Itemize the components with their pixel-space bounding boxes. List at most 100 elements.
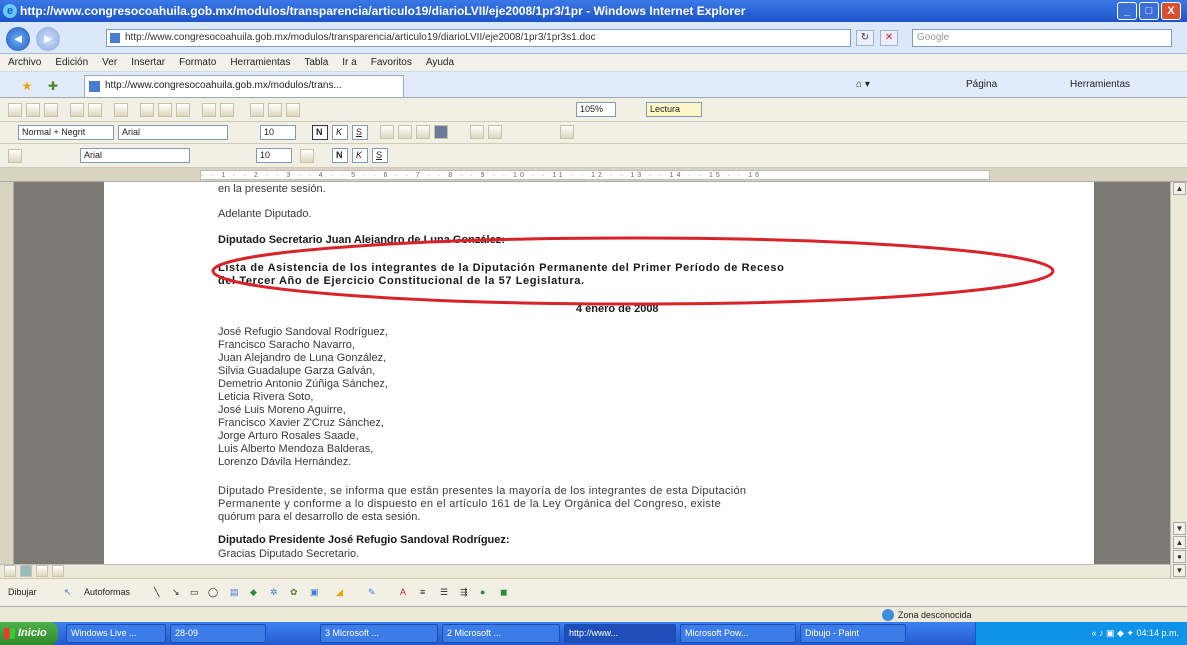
- line-color-icon[interactable]: ✎: [368, 579, 376, 605]
- font-select-2[interactable]: Arial: [80, 148, 190, 163]
- outline-view-icon[interactable]: [52, 565, 64, 577]
- close-button[interactable]: X: [1161, 2, 1181, 20]
- rectangle-icon[interactable]: ▭: [190, 579, 199, 605]
- italic-button-2[interactable]: K: [352, 148, 368, 163]
- tab-document[interactable]: http://www.congresocoahuila.gob.mx/modul…: [84, 75, 404, 97]
- spelling-icon[interactable]: [114, 103, 128, 117]
- italic-button[interactable]: K: [332, 125, 348, 140]
- menu-edicion[interactable]: Edición: [55, 54, 88, 71]
- back-button[interactable]: ◄: [6, 27, 30, 51]
- shadow-icon[interactable]: ●: [480, 579, 485, 605]
- align-left-icon[interactable]: [380, 125, 394, 139]
- stop-icon[interactable]: ✕: [880, 30, 898, 46]
- menu-archivo[interactable]: Archivo: [8, 54, 41, 71]
- vertical-scrollbar[interactable]: ▲ ▼ ▲ ● ▼: [1170, 182, 1187, 582]
- taskbar-item-windows-live[interactable]: Windows Live ...: [66, 624, 166, 643]
- line-icon[interactable]: ╲: [154, 579, 159, 605]
- browse-object-icon[interactable]: ●: [1173, 550, 1186, 563]
- menu-favoritos[interactable]: Favoritos: [371, 54, 412, 71]
- url-input[interactable]: http://www.congresocoahuila.gob.mx/modul…: [106, 29, 851, 47]
- menu-tabla[interactable]: Tabla: [304, 54, 328, 71]
- scroll-up-icon[interactable]: ▲: [1173, 182, 1186, 195]
- draw-menu[interactable]: Dibujar: [8, 579, 37, 605]
- align-right-icon[interactable]: [416, 125, 430, 139]
- select-arrow-icon[interactable]: ↖: [64, 579, 72, 605]
- open-icon[interactable]: [26, 103, 40, 117]
- tools-menu[interactable]: Herramientas: [1070, 77, 1130, 93]
- menu-ver[interactable]: Ver: [102, 54, 117, 71]
- image-icon[interactable]: ▣: [310, 579, 319, 605]
- font-color-draw-icon[interactable]: A: [400, 579, 406, 605]
- undo-icon[interactable]: [202, 103, 216, 117]
- font-color-icon[interactable]: [560, 125, 574, 139]
- print-icon[interactable]: [70, 103, 84, 117]
- style-select[interactable]: Normal + Negrit: [18, 125, 114, 140]
- zoom-select[interactable]: 105%: [576, 102, 616, 117]
- search-input[interactable]: Google: [912, 29, 1172, 47]
- taskbar-item-microsoft-3[interactable]: 3 Microsoft ...: [320, 624, 438, 643]
- menu-insertar[interactable]: Insertar: [131, 54, 165, 71]
- copy-icon[interactable]: [158, 103, 172, 117]
- arrow-icon[interactable]: ↘: [172, 579, 180, 605]
- 3d-icon[interactable]: ◼: [500, 579, 507, 605]
- arrow-style-icon[interactable]: ⇶: [460, 579, 468, 605]
- table-icon[interactable]: [268, 103, 282, 117]
- diagram-icon[interactable]: ✲: [270, 579, 278, 605]
- font-color-icon[interactable]: [300, 149, 314, 163]
- refresh-icon[interactable]: ↻: [856, 30, 874, 46]
- underline-button-2[interactable]: S: [372, 148, 388, 163]
- justify-icon[interactable]: [434, 125, 448, 139]
- next-page-icon[interactable]: ▼: [1173, 564, 1186, 577]
- autoshapes-menu[interactable]: Autoformas: [84, 579, 130, 605]
- underline-button[interactable]: S: [352, 125, 368, 140]
- hyperlink-icon[interactable]: [250, 103, 264, 117]
- prev-page-icon[interactable]: ▲: [1173, 536, 1186, 549]
- favorites-star-icon[interactable]: ★: [20, 79, 34, 93]
- bold-button-2[interactable]: N: [332, 148, 348, 163]
- web-view-icon[interactable]: [20, 565, 32, 577]
- save-icon[interactable]: [8, 149, 22, 163]
- normal-view-icon[interactable]: [4, 565, 16, 577]
- reading-button[interactable]: Lectura: [646, 102, 702, 117]
- bullets-icon[interactable]: [470, 125, 484, 139]
- textbox-icon[interactable]: ▤: [230, 579, 239, 605]
- line-style-icon[interactable]: ≡: [420, 579, 425, 605]
- fill-color-icon[interactable]: ◢: [336, 579, 343, 605]
- menu-formato[interactable]: Formato: [179, 54, 216, 71]
- save-icon[interactable]: [44, 103, 58, 117]
- minimize-button[interactable]: _: [1117, 2, 1137, 20]
- paste-icon[interactable]: [176, 103, 190, 117]
- preview-icon[interactable]: [88, 103, 102, 117]
- columns-icon[interactable]: [286, 103, 300, 117]
- size-select[interactable]: 10: [260, 125, 296, 140]
- document-page[interactable]: en la presente sesión. Adelante Diputado…: [104, 182, 1094, 564]
- numbering-icon[interactable]: [488, 125, 502, 139]
- menu-ayuda[interactable]: Ayuda: [426, 54, 454, 71]
- clipart-icon[interactable]: ✿: [290, 579, 298, 605]
- menu-herramientas[interactable]: Herramientas: [230, 54, 290, 71]
- align-center-icon[interactable]: [398, 125, 412, 139]
- redo-icon[interactable]: [220, 103, 234, 117]
- taskbar-item-folder[interactable]: 28-09: [170, 624, 266, 643]
- menu-ir-a[interactable]: Ir a: [342, 54, 356, 71]
- oval-icon[interactable]: ◯: [208, 579, 218, 605]
- new-doc-icon[interactable]: [8, 103, 22, 117]
- taskbar-item-powerpoint[interactable]: Microsoft Pow...: [680, 624, 796, 643]
- wordart-icon[interactable]: ◆: [250, 579, 257, 605]
- bold-button[interactable]: N: [312, 125, 328, 140]
- home-icon[interactable]: ⌂ ▾: [856, 77, 870, 93]
- maximize-button[interactable]: □: [1139, 2, 1159, 20]
- print-view-icon[interactable]: [36, 565, 48, 577]
- taskbar-item-microsoft-2[interactable]: 2 Microsoft ...: [442, 624, 560, 643]
- forward-button[interactable]: ►: [36, 27, 60, 51]
- scroll-down-icon[interactable]: ▼: [1173, 522, 1186, 535]
- dash-style-icon[interactable]: ☰: [440, 579, 448, 605]
- size-select-2[interactable]: 10: [256, 148, 292, 163]
- taskbar-item-ie[interactable]: http://www...: [564, 624, 676, 643]
- taskbar-item-paint[interactable]: Dibujo - Paint: [800, 624, 906, 643]
- horizontal-scrollbar[interactable]: [0, 564, 1170, 578]
- font-select[interactable]: Arial: [118, 125, 228, 140]
- add-favorite-icon[interactable]: ✚: [46, 79, 60, 93]
- start-button[interactable]: Inicio: [0, 622, 58, 645]
- cut-icon[interactable]: [140, 103, 154, 117]
